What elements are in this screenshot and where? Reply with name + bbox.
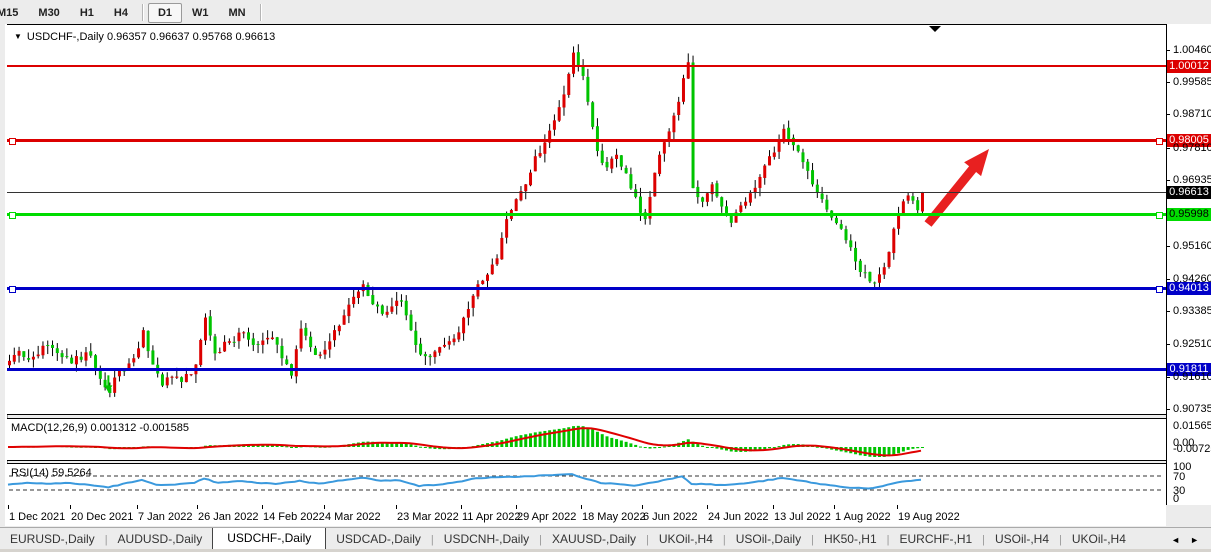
date-tick [324,505,325,509]
chart-tab-usdchf-daily[interactable]: USDCHF-,Daily [212,527,326,550]
date-label: 1 Aug 2022 [835,511,891,523]
macd-axis-label: -0.007259 [1173,443,1211,455]
price-tick-label: 1.00460 [1173,44,1211,56]
date-label: 11 Apr 2022 [462,511,521,523]
hline-0.95998[interactable] [7,213,1166,216]
chart-tab-eurusd-daily[interactable]: EURUSD-,Daily [0,529,105,550]
price-tick-label: 0.94260 [1173,273,1211,285]
date-tick [773,505,774,509]
date-label: 24 Jun 2022 [708,511,769,523]
scroll-left-icon[interactable]: ◄ [1171,535,1180,545]
date-label: 19 Aug 2022 [898,511,960,523]
date-label: 29 Apr 2022 [517,511,576,523]
price-tick-label: 0.98710 [1173,108,1211,120]
line-handle[interactable] [1156,212,1163,219]
price-tick-label: 0.90735 [1173,403,1211,415]
tab-scroll-buttons: ◄► [1171,535,1211,550]
rsi-axis-label: 0 [1173,493,1179,505]
line-handle[interactable] [1156,286,1163,293]
price-tick-label: 0.95160 [1173,240,1211,252]
sell-arrow-icon [104,385,112,392]
date-label: 6 Jun 2022 [643,511,697,523]
price-tick [1166,377,1170,378]
hline-1.00012[interactable] [7,65,1166,67]
chart-tab-usdcnh-daily[interactable]: USDCNH-,Daily [434,529,539,550]
line-handle[interactable] [9,212,16,219]
price-tick [1166,311,1170,312]
price-tick [1166,114,1170,115]
chart-tab-xauusd-daily[interactable]: XAUUSD-,Daily [542,529,646,550]
date-tick [396,505,397,509]
chart-tab-eurchf-h1[interactable]: EURCHF-,H1 [889,529,982,550]
price-badge-0.96613: 0.96613 [1167,186,1211,199]
date-label: 7 Jan 2022 [138,511,192,523]
price-badge-0.95998: 0.95998 [1167,208,1211,221]
hline-0.94013[interactable] [7,287,1166,290]
price-tick [1166,180,1170,181]
chart-tab-ukoil-h4[interactable]: UKOil-,H4 [1062,529,1136,550]
date-label: 18 May 2022 [582,511,646,523]
price-tick-label: 0.96935 [1173,174,1211,186]
price-tick-label: 0.99585 [1173,76,1211,88]
date-tick [642,505,643,509]
line-handle[interactable] [9,138,16,145]
price-tick [1166,148,1170,149]
date-label: 26 Jan 2022 [198,511,259,523]
chart-tab-usoil-h4[interactable]: USOil-,H4 [985,529,1059,550]
date-tick [834,505,835,509]
chart-tab-ukoil-h4[interactable]: UKOil-,H4 [649,529,723,550]
date-tick [8,505,9,509]
line-handle[interactable] [1156,138,1163,145]
date-tick [137,505,138,509]
chart-tab-audusd-daily[interactable]: AUDUSD-,Daily [108,529,213,550]
hline-0.98005[interactable] [7,139,1166,142]
macd-axis-label: 0.015654 [1173,420,1211,432]
date-label: 4 Mar 2022 [325,511,381,523]
price-tick-label: 0.97810 [1173,142,1211,154]
chart-tab-usoil-daily[interactable]: USOil-,Daily [726,529,811,550]
date-tick [581,505,582,509]
price-tick [1166,50,1170,51]
hline-0.91811[interactable] [7,368,1166,371]
price-tick-label: 0.91610 [1173,371,1211,383]
chart-tabs-bar: EURUSD-,Daily|AUDUSD-,DailyUSDCHF-,Daily… [0,527,1211,550]
rsi-axis-label: 70 [1173,471,1185,483]
date-tick [70,505,71,509]
date-tick [197,505,198,509]
hline-0.96613[interactable] [7,192,1166,193]
price-tick [1166,279,1170,280]
scroll-right-icon[interactable]: ► [1190,535,1199,545]
date-tick [516,505,517,509]
drawing-objects-layer[interactable] [0,0,1211,552]
date-tick [461,505,462,509]
price-tick-label: 0.93385 [1173,305,1211,317]
chart-tab-usdcad-daily[interactable]: USDCAD-,Daily [326,529,431,550]
price-tick [1166,409,1170,410]
price-tick [1166,82,1170,83]
shift-marker-icon [929,26,941,32]
price-tick [1166,246,1170,247]
date-label: 23 Mar 2022 [397,511,459,523]
price-badge-1.00012: 1.00012 [1167,60,1211,73]
date-label: 13 Jul 2022 [774,511,831,523]
line-handle[interactable] [9,286,16,293]
date-label: 20 Dec 2021 [71,511,133,523]
date-label: 1 Dec 2021 [9,511,65,523]
price-tick [1166,344,1170,345]
price-tick-label: 0.92510 [1173,338,1211,350]
date-tick [262,505,263,509]
date-label: 14 Feb 2022 [263,511,325,523]
chart-tab-hk50-h1[interactable]: HK50-,H1 [814,529,887,550]
date-tick [897,505,898,509]
mt4-window: M15M30H1H4D1W1MN ▼USDCHF-,Daily 0.96357 … [0,0,1211,552]
date-tick [707,505,708,509]
